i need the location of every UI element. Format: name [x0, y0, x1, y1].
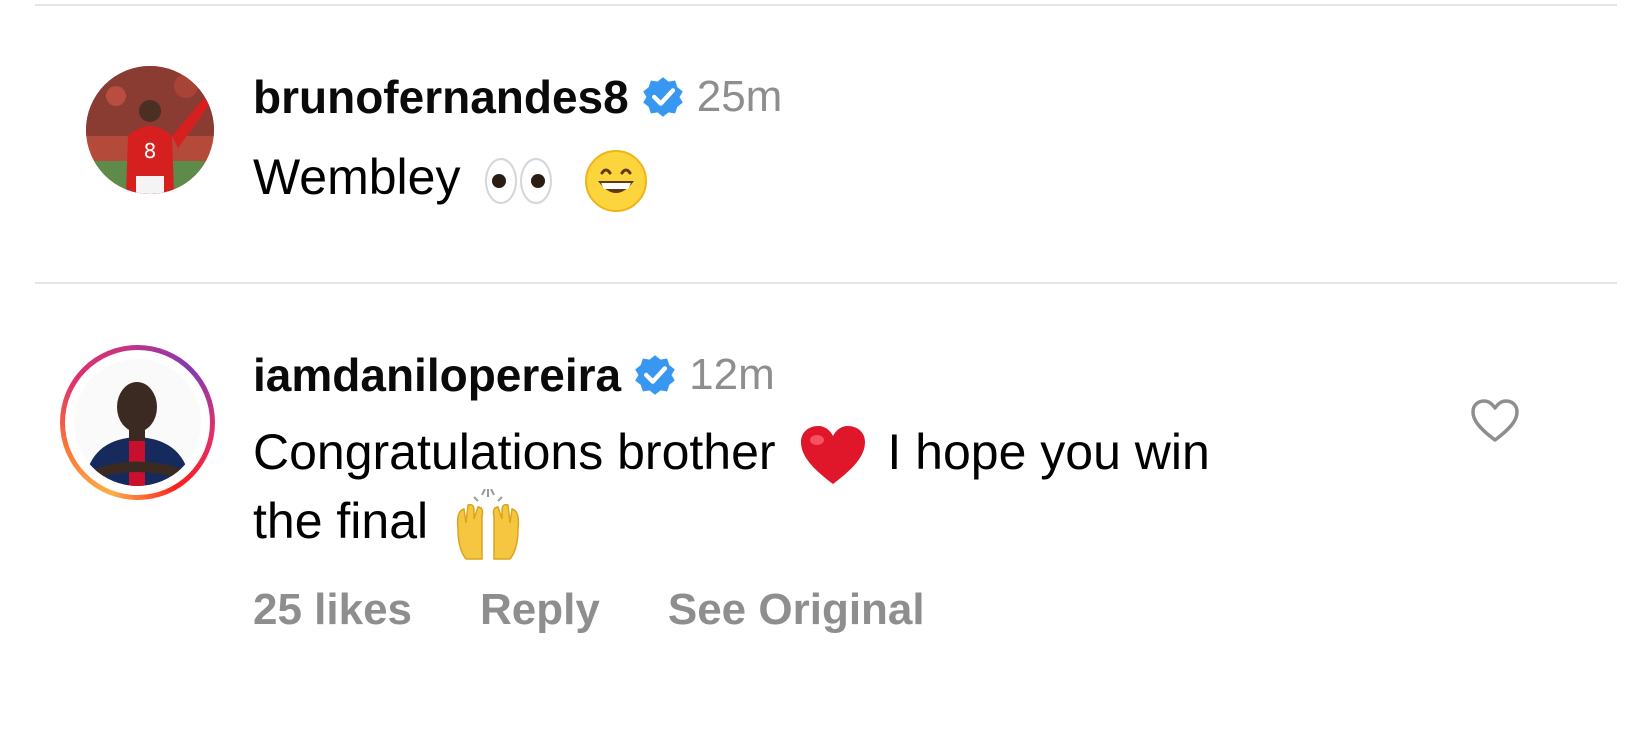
- comment-text: Wembley: [253, 149, 461, 205]
- comment-text-part: I hope you win: [887, 424, 1210, 480]
- see-original-button[interactable]: See Original: [668, 585, 925, 635]
- top-divider: [35, 4, 1617, 6]
- avatar-brunofernandes8[interactable]: 8: [86, 66, 214, 194]
- comment-actions: 25 likes Reply See Original: [253, 585, 925, 635]
- avatar-iamdanilopereira[interactable]: [74, 359, 201, 486]
- comment-time: 25m: [696, 72, 783, 121]
- red-heart-emoji: [801, 425, 866, 484]
- comment-text-part: Congratulations brother: [253, 424, 776, 480]
- comment-2-text-line-2: the final: [253, 487, 530, 561]
- grinning-face-emoji: [585, 149, 648, 212]
- svg-text:8: 8: [144, 139, 157, 163]
- heart-outline-icon[interactable]: [1470, 398, 1520, 444]
- comment-1-text: Wembley: [253, 143, 654, 213]
- comment-divider: [35, 282, 1617, 284]
- comment-2-text-line-1: Congratulations brother I hope you win: [253, 418, 1210, 488]
- eyes-emoji: [485, 157, 553, 204]
- comment-text-part: the final: [253, 493, 429, 549]
- verified-badge-icon: [642, 77, 683, 117]
- comment-2-header: iamdanilopereira 12m: [253, 348, 775, 402]
- username[interactable]: iamdanilopereira: [253, 348, 621, 402]
- username[interactable]: brunofernandes8: [253, 70, 629, 124]
- comment-time: 12m: [689, 350, 775, 399]
- verified-badge-icon: [635, 355, 675, 395]
- raising-hands-emoji: [456, 488, 520, 560]
- reply-button[interactable]: Reply: [480, 585, 600, 635]
- likes-count[interactable]: 25 likes: [253, 585, 412, 635]
- comment-1-header: brunofernandes8 25m: [253, 70, 782, 124]
